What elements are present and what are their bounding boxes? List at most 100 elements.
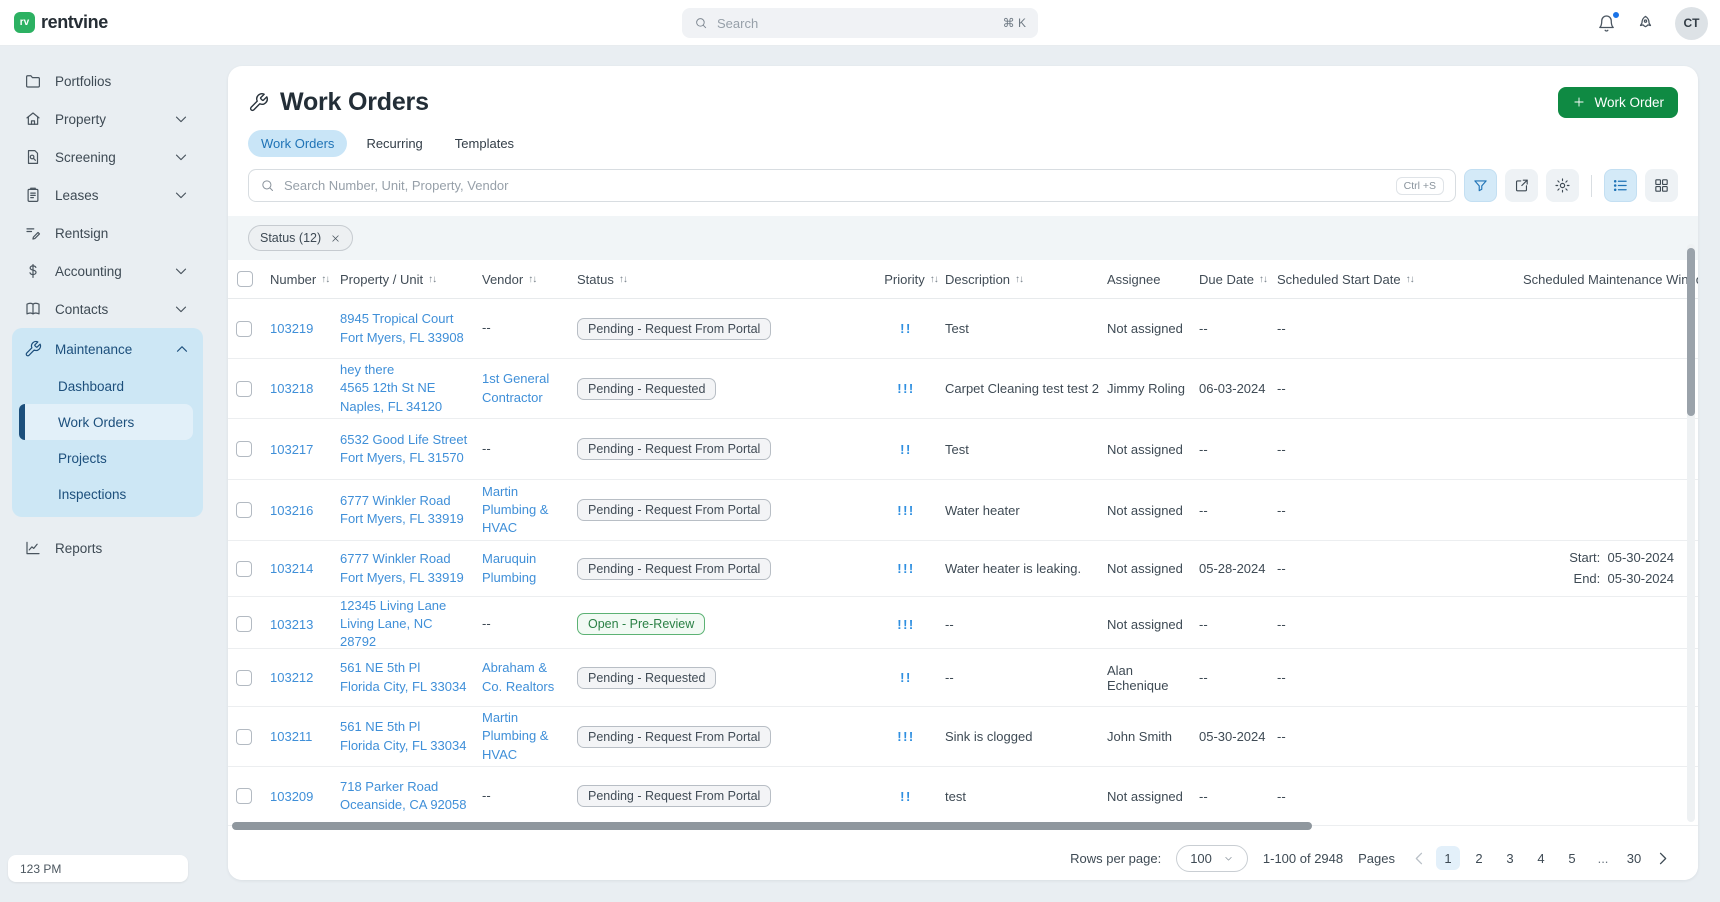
sidebar-item-screening[interactable]: Screening [0,138,210,176]
row-checkbox[interactable] [236,441,252,457]
row-checkbox[interactable] [236,788,252,804]
filter-button[interactable] [1464,169,1497,202]
row-checkbox[interactable] [236,729,252,745]
page-button-4[interactable]: 4 [1529,846,1553,870]
property-link-line[interactable]: 718 Parker Road [340,779,438,794]
sidebar-item-reports[interactable]: Reports [0,529,210,567]
vendor-link[interactable]: Martin Plumbing & HVAC [482,710,548,761]
status-filter-chip[interactable]: Status (12) [248,225,353,251]
col-header-vendor[interactable]: Vendor↑↓ [482,272,577,287]
next-page-button[interactable] [1653,849,1672,868]
select-all-checkbox[interactable] [237,271,253,287]
property-link-line[interactable]: hey there [340,362,394,377]
sidebar-item-work-orders[interactable]: Work Orders [19,404,193,440]
work-order-number-link[interactable]: 103212 [270,670,313,685]
col-header-priority[interactable]: Priority↑↓ [877,272,945,287]
sidebar-item-projects[interactable]: Projects [19,440,193,476]
global-search-input[interactable] [717,16,994,31]
row-checkbox[interactable] [236,381,252,397]
property-link-line[interactable]: 4565 12th St NE [340,380,435,395]
property-link-line[interactable]: 6532 Good Life Street [340,432,467,447]
table-search-input[interactable] [284,178,1387,193]
col-header-scheduled_start[interactable]: Scheduled Start Date↑↓ [1277,272,1523,287]
sort-icon[interactable]: ↑↓ [1259,274,1267,285]
work-order-number-link[interactable]: 103216 [270,503,313,518]
work-order-number-link[interactable]: 103218 [270,381,313,396]
previous-page-button[interactable] [1410,849,1429,868]
col-header-number[interactable]: Number↑↓ [270,272,340,287]
col-header-status[interactable]: Status↑↓ [577,272,877,287]
global-search[interactable]: ⌘ K [682,8,1038,38]
property-link-line[interactable]: 6777 Winkler Road [340,551,451,566]
sidebar-item-accounting[interactable]: Accounting [0,252,210,290]
vendor-link[interactable]: Martin Plumbing & HVAC [482,484,548,535]
row-checkbox[interactable] [236,321,252,337]
clock-widget[interactable]: 123 PM [8,855,188,882]
row-checkbox[interactable] [236,670,252,686]
property-link-line[interactable]: Fort Myers, FL 31570 [340,450,464,465]
property-link-line[interactable]: 6777 Winkler Road [340,493,451,508]
list-view-button[interactable] [1604,169,1637,202]
work-order-number-link[interactable]: 103211 [270,729,312,744]
settings-button[interactable] [1546,169,1579,202]
page-button-2[interactable]: 2 [1467,846,1491,870]
table-search[interactable]: Ctrl +S [248,169,1456,202]
col-header-description[interactable]: Description↑↓ [945,272,1107,287]
property-link-line[interactable]: 561 NE 5th Pl [340,719,420,734]
work-order-number-link[interactable]: 103214 [270,561,313,576]
notifications-button[interactable] [1597,14,1616,33]
vertical-scrollbar[interactable] [1687,248,1695,416]
add-work-order-button[interactable]: Work Order [1558,87,1678,118]
sort-icon[interactable]: ↑↓ [619,274,627,285]
sidebar-item-portfolios[interactable]: Portfolios [0,62,210,100]
sort-icon[interactable]: ↑↓ [1015,274,1023,285]
col-header-due_date[interactable]: Due Date↑↓ [1199,272,1277,287]
property-link-line[interactable]: Florida City, FL 33034 [340,738,466,753]
vendor-link[interactable]: Abraham & Co. Realtors [482,660,554,693]
property-link-line[interactable]: 561 NE 5th Pl [340,660,420,675]
row-checkbox[interactable] [236,561,252,577]
work-order-number-link[interactable]: 103217 [270,442,313,457]
sidebar-item-inspections[interactable]: Inspections [19,476,193,512]
property-link-line[interactable]: Fort Myers, FL 33908 [340,330,464,345]
page-button-5[interactable]: 5 [1560,846,1584,870]
rows-per-page-select[interactable]: 100 [1176,845,1248,872]
sort-icon[interactable]: ↑↓ [428,274,436,285]
sort-icon[interactable]: ↑↓ [321,274,329,285]
sidebar-item-rentsign[interactable]: Rentsign [0,214,210,252]
tab-templates[interactable]: Templates [442,130,527,157]
row-checkbox[interactable] [236,616,252,632]
property-link-line[interactable]: 8945 Tropical Court [340,311,453,326]
sidebar-item-property[interactable]: Property [0,100,210,138]
property-link-line[interactable]: Naples, FL 34120 [340,399,442,414]
property-link-line[interactable]: Florida City, FL 33034 [340,679,466,694]
avatar[interactable]: CT [1675,7,1708,40]
page-button-3[interactable]: 3 [1498,846,1522,870]
whats-new-button[interactable] [1636,14,1655,33]
export-button[interactable] [1505,169,1538,202]
sidebar-item-maintenance[interactable]: Maintenance [12,330,203,368]
page-button-1[interactable]: 1 [1436,846,1460,870]
work-order-number-link[interactable]: 103219 [270,321,313,336]
sort-icon[interactable]: ↑↓ [930,274,938,285]
tab-work-orders[interactable]: Work Orders [248,130,347,157]
horizontal-scrollbar[interactable] [232,822,1312,830]
work-order-number-link[interactable]: 103209 [270,789,313,804]
page-button-30[interactable]: 30 [1622,846,1646,870]
property-link-line[interactable]: 12345 Living Lane [340,598,446,613]
vendor-link[interactable]: 1st General Contractor [482,371,549,404]
property-link-line[interactable]: Fort Myers, FL 33919 [340,570,464,585]
sort-icon[interactable]: ↑↓ [1406,274,1414,285]
row-checkbox[interactable] [236,502,252,518]
tab-recurring[interactable]: Recurring [353,130,435,157]
property-link-line[interactable]: Living Lane, NC 28792 [340,616,433,649]
sidebar-item-contacts[interactable]: Contacts [0,290,210,328]
brand-logo[interactable]: rv rentvine [14,12,108,33]
work-order-number-link[interactable]: 103213 [270,617,313,632]
sidebar-item-leases[interactable]: Leases [0,176,210,214]
sort-icon[interactable]: ↑↓ [528,274,536,285]
grid-view-button[interactable] [1645,169,1678,202]
col-header-property[interactable]: Property / Unit↑↓ [340,272,482,287]
property-link-line[interactable]: Oceanside, CA 92058 [340,797,466,812]
sidebar-item-dashboard[interactable]: Dashboard [19,368,193,404]
